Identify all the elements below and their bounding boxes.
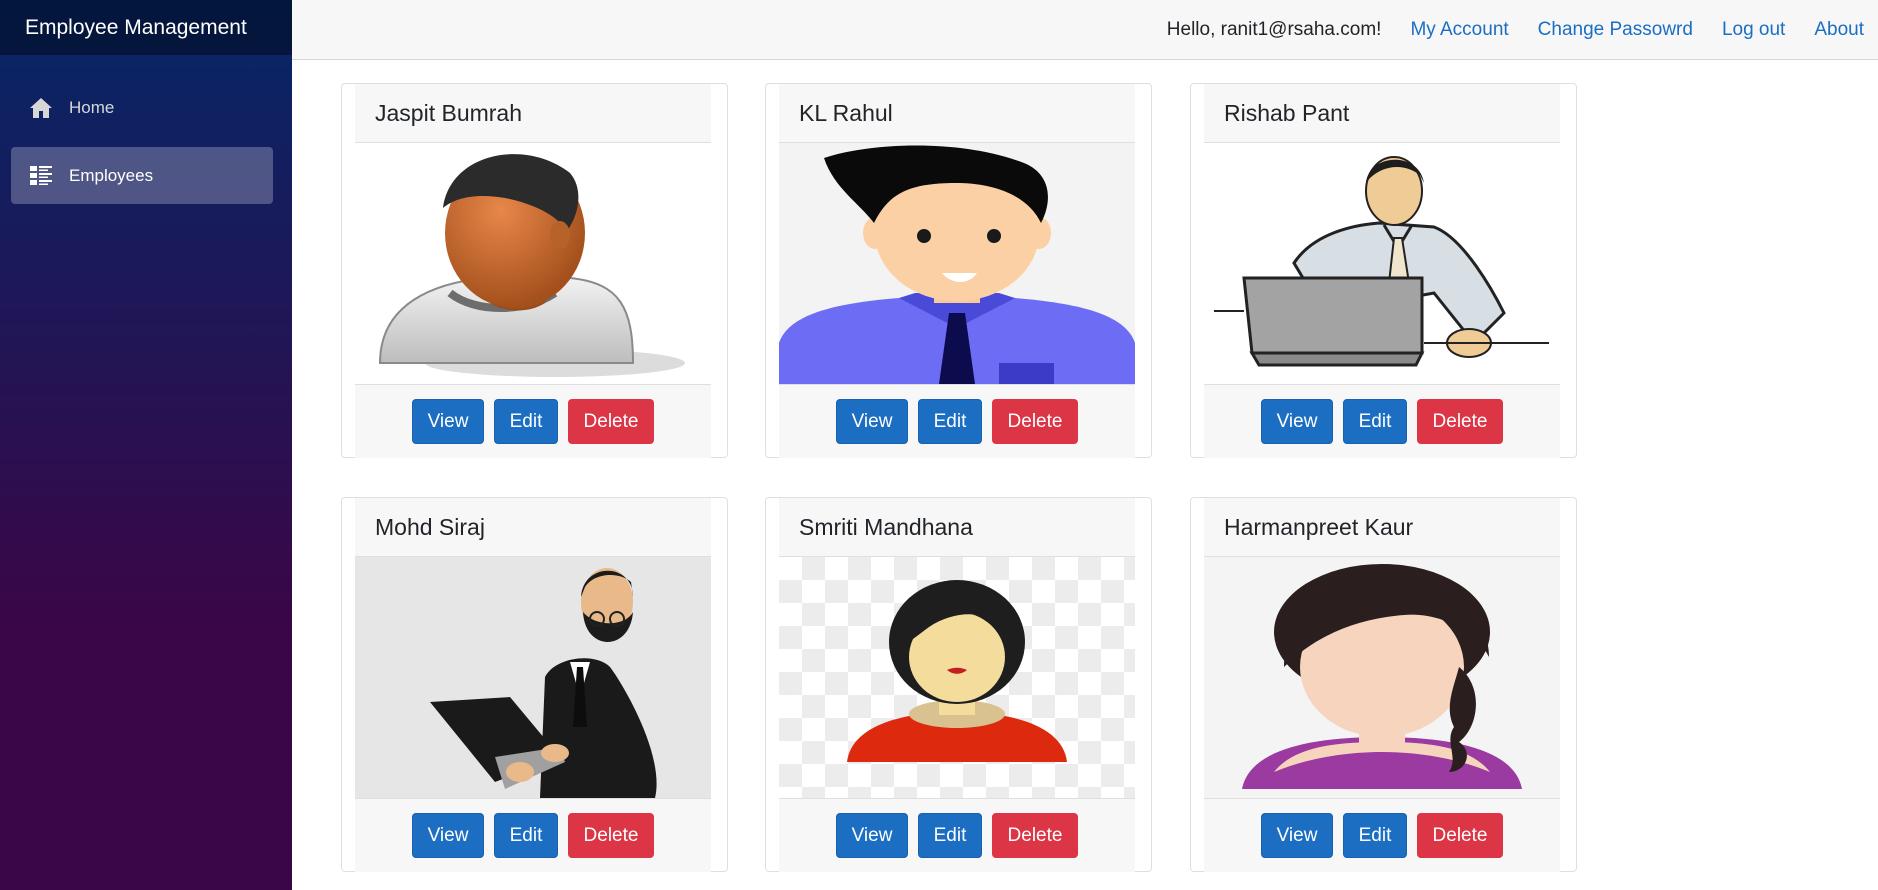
woman-avatar-icon xyxy=(1204,557,1560,798)
sidebar: Employee Management Home Employees xyxy=(0,0,292,890)
employee-name: Harmanpreet Kaur xyxy=(1204,498,1560,557)
delete-button[interactable]: Delete xyxy=(992,399,1078,444)
cartoon-man-icon xyxy=(779,143,1135,384)
about-link[interactable]: About xyxy=(1814,19,1864,41)
view-button[interactable]: View xyxy=(836,813,908,858)
sidebar-item-label: Employees xyxy=(69,165,154,185)
view-button[interactable]: View xyxy=(1261,813,1333,858)
greeting: Hello, ranit1@rsaha.com! xyxy=(1166,18,1382,40)
view-button[interactable]: View xyxy=(1261,399,1333,444)
my-account-link[interactable]: My Account xyxy=(1410,19,1508,41)
employee-card: KL Rahul View Edit Delete xyxy=(765,83,1152,458)
employee-name: Jaspit Bumrah xyxy=(355,84,711,143)
employee-name: Smriti Mandhana xyxy=(779,498,1135,557)
edit-button[interactable]: Edit xyxy=(1343,813,1407,858)
change-password-link[interactable]: Change Passowrd xyxy=(1538,19,1693,41)
edit-button[interactable]: Edit xyxy=(918,813,982,858)
employee-card: Rishab Pant View Edit Delete xyxy=(1190,83,1577,458)
man-laptop-icon xyxy=(1204,143,1560,384)
employee-name: KL Rahul xyxy=(779,84,1135,143)
employee-card: Harmanpreet Kaur View Edit Delete xyxy=(1190,497,1577,872)
delete-button[interactable]: Delete xyxy=(1417,399,1503,444)
brand-title[interactable]: Employee Management xyxy=(0,0,292,55)
view-button[interactable]: View xyxy=(412,813,484,858)
logout-link[interactable]: Log out xyxy=(1722,19,1785,41)
delete-button[interactable]: Delete xyxy=(1417,813,1503,858)
female-avatar-icon xyxy=(779,557,1135,798)
top-bar: Hello, ranit1@rsaha.com! My Account Chan… xyxy=(292,0,1878,60)
edit-button[interactable]: Edit xyxy=(494,399,558,444)
view-button[interactable]: View xyxy=(836,399,908,444)
home-icon xyxy=(28,95,54,121)
view-button[interactable]: View xyxy=(412,399,484,444)
male-avatar-icon xyxy=(355,143,711,384)
delete-button[interactable]: Delete xyxy=(568,399,654,444)
sidebar-item-home[interactable]: Home xyxy=(11,79,273,136)
employee-name: Rishab Pant xyxy=(1204,84,1560,143)
employee-card: Smriti Mandhana View Edit Delete xyxy=(765,497,1152,872)
sidebar-item-employees[interactable]: Employees xyxy=(11,147,273,204)
employee-card: Jaspit Bumrah View Edit Delete xyxy=(341,83,728,458)
edit-button[interactable]: Edit xyxy=(918,399,982,444)
businessman-laptop-icon xyxy=(355,557,711,798)
sidebar-item-label: Home xyxy=(69,97,115,117)
edit-button[interactable]: Edit xyxy=(494,813,558,858)
employee-card: Mohd Siraj View Edit Delete xyxy=(341,497,728,872)
edit-button[interactable]: Edit xyxy=(1343,399,1407,444)
list-icon xyxy=(28,163,54,189)
delete-button[interactable]: Delete xyxy=(992,813,1078,858)
employee-name: Mohd Siraj xyxy=(355,498,711,557)
delete-button[interactable]: Delete xyxy=(568,813,654,858)
